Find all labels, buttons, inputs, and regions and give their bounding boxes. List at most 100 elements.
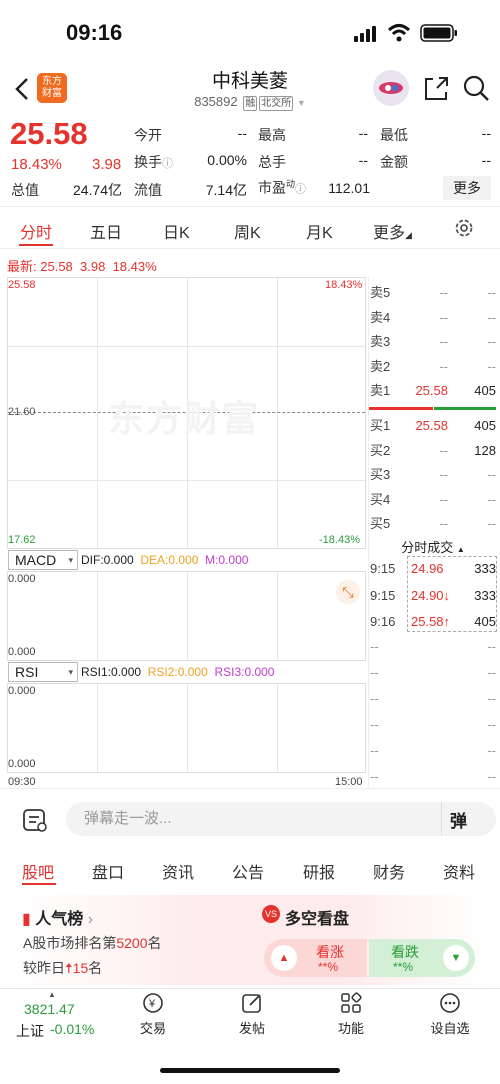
tab-daily-k[interactable]: 日K [163, 219, 190, 243]
tab-pankou[interactable]: 盘口 [92, 859, 124, 883]
divider [0, 988, 500, 989]
popularity-change: 较昨日🠅15名 [23, 960, 103, 976]
status-time: 09:16 [66, 20, 123, 45]
vote-title: 多空看盘 [285, 911, 350, 928]
nav-add-watchlist[interactable]: 设自选 [410, 992, 490, 1037]
orderbook-level: 买2 [370, 442, 391, 458]
orderbook-row[interactable]: 卖4 -- -- [370, 306, 500, 330]
orderbook-volume: -- [487, 467, 496, 482]
float-value: 7.14亿 [205, 182, 247, 198]
chart-min-pct: -18.43% [319, 534, 360, 546]
change-pct: 18.43% [11, 156, 62, 173]
orderbook-price: -- [439, 309, 448, 325]
pe-value: 112.01 [328, 180, 370, 196]
orderbook-price: -- [439, 491, 448, 507]
chevron-down-icon[interactable]: ▼ [297, 98, 306, 108]
tab-five-day[interactable]: 五日 [90, 219, 122, 243]
trade-cell: -- [487, 691, 496, 706]
tab-intraday[interactable]: 分时 [20, 219, 52, 243]
orderbook-level: 买4 [370, 491, 391, 507]
trade-cell: -- [487, 665, 496, 680]
info-icon[interactable]: ⓘ [162, 158, 173, 170]
amount-value: -- [481, 152, 491, 168]
vs-icon: VS [262, 905, 280, 923]
chart-max-price: 25.58 [8, 279, 36, 291]
signal-icon [354, 26, 376, 42]
macd-bottom: 0.000 [8, 646, 36, 658]
tab-more[interactable]: 更多◢ [373, 219, 412, 243]
macd-chart[interactable] [7, 571, 366, 661]
orderbook-level: 卖1 [370, 383, 391, 398]
trade-icon: ¥ [143, 993, 163, 1013]
avatar[interactable] [373, 70, 409, 106]
search-icon[interactable] [462, 74, 490, 102]
trade-cell: 333 [474, 561, 496, 576]
orderbook-row[interactable]: 卖5 -- -- [370, 281, 500, 305]
orderbook-volume: -- [487, 309, 496, 325]
trade-row: -- -- [370, 659, 500, 686]
orderbook-row[interactable]: 买3 -- -- [370, 463, 500, 487]
settings-icon[interactable] [453, 217, 475, 239]
macd-selector[interactable]: MACD [8, 550, 78, 570]
orderbook-row[interactable]: 卖1 25.58 405 [370, 379, 500, 403]
open-label: 今开 [134, 127, 162, 143]
orderbook-volume: -- [487, 491, 496, 507]
tab-profile[interactable]: 资料 [443, 859, 475, 883]
high-value: -- [358, 125, 368, 141]
trade-row: -- -- [370, 737, 500, 764]
more-button[interactable]: 更多 [443, 176, 491, 200]
arrow-down-icon: ▼ [443, 945, 469, 971]
danmu-list-icon[interactable] [21, 807, 49, 833]
trade-cell: 333 [474, 587, 496, 603]
tab-news[interactable]: 资讯 [162, 859, 194, 883]
price-chart[interactable]: 东方财富 [7, 277, 366, 549]
divider [0, 248, 500, 249]
nav-trade[interactable]: ¥ 交易 [113, 992, 193, 1037]
orderbook-row[interactable]: 卖3 -- -- [370, 330, 500, 354]
volume-value: -- [358, 152, 368, 168]
rsi-values: RSI1:0.000 RSI2:0.000 RSI3:0.000 [81, 665, 275, 679]
expand-icon[interactable]: ⤡ [336, 580, 360, 604]
nav-post[interactable]: 发帖 [212, 992, 292, 1037]
float-label: 流值 [134, 182, 162, 198]
trade-cell: -- [370, 639, 379, 654]
change-value: 3.98 [92, 156, 122, 173]
orderbook-row[interactable]: 买1 25.58 405 [370, 414, 500, 438]
popularity-title[interactable]: ▮ 人气榜 › [22, 905, 93, 929]
tab-announcements[interactable]: 公告 [232, 859, 264, 883]
trade-cell: -- [370, 717, 379, 732]
more-dots-icon [440, 993, 460, 1013]
info-icon[interactable]: ⓘ [295, 184, 306, 196]
svg-text:¥: ¥ [148, 998, 156, 1010]
trade-cell: -- [370, 743, 379, 758]
orderbook-row[interactable]: 卖2 -- -- [370, 355, 500, 379]
orderbook-row[interactable]: 买4 -- -- [370, 488, 500, 512]
rsi-selector[interactable]: RSI [8, 662, 78, 682]
trade-cell: 405 [474, 614, 496, 629]
share-icon[interactable] [423, 74, 449, 102]
tab-weekly-k[interactable]: 周K [234, 219, 261, 243]
orderbook-row[interactable]: 买5 -- -- [370, 512, 500, 536]
orderbook-row[interactable]: 买2 -- 128 [370, 439, 500, 463]
trade-row: -- -- [370, 711, 500, 738]
arrow-up-icon: ▲ [271, 945, 297, 971]
vote-down-button[interactable]: 看跌 **% ▼ [369, 939, 475, 977]
tab-research[interactable]: 研报 [303, 859, 335, 883]
chart-mid-price: 21.60 [8, 406, 36, 418]
index-ticker[interactable]: ▲ 3821.47 上证 -0.01% [10, 990, 110, 1040]
orderbook-volume: 405 [474, 418, 496, 433]
open-value: -- [237, 125, 247, 141]
tab-monthly-k[interactable]: 月K [306, 219, 333, 243]
danmu-toggle[interactable]: 弹 [450, 807, 467, 832]
trades-header[interactable]: 分时成交 ▲ [370, 537, 496, 555]
vote-up-button[interactable]: ▲ 看涨 **% [264, 939, 367, 977]
trade-cell: 9:16 [370, 614, 396, 629]
current-price: 25.58 [10, 116, 88, 151]
tab-finance[interactable]: 财务 [373, 859, 405, 883]
nav-functions[interactable]: 功能 [311, 992, 391, 1037]
orderbook-level: 卖4 [370, 309, 391, 325]
comment-input[interactable]: 弹幕走一波... [66, 802, 496, 836]
tab-underline [22, 883, 56, 885]
rsi-chart[interactable] [7, 683, 366, 773]
tab-guba[interactable]: 股吧 [22, 859, 54, 883]
